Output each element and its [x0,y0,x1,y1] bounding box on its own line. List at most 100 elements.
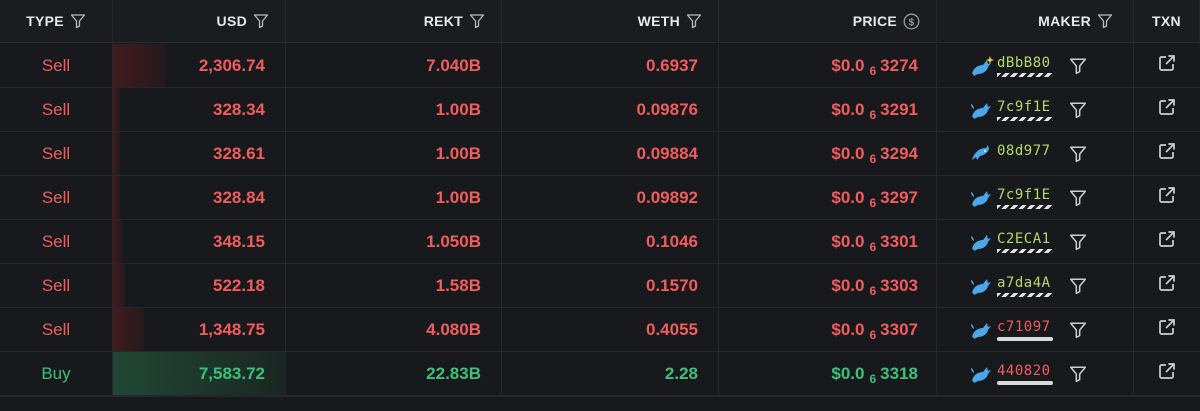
trade-type: Buy [0,352,113,396]
header-txn-label: TXN [1152,13,1181,29]
external-link-icon[interactable] [1158,362,1176,385]
trade-price: $0.0 6 3297 [719,176,937,220]
trade-txn [1134,220,1200,264]
filter-maker-icon[interactable] [1069,233,1087,251]
price-digits: 3291 [880,99,918,119]
trade-weth: 0.4055 [502,308,719,352]
external-link-icon[interactable] [1158,186,1176,209]
usd-volume-bar [113,308,144,351]
maker-badge [997,248,1053,253]
header-type-label: TYPE [26,13,64,29]
trade-maker: 7c9f1E [937,88,1134,132]
filter-icon[interactable] [1097,13,1113,29]
trade-type-label: Sell [41,99,71,119]
header-maker-label: MAKER [1038,13,1091,29]
maker-address-link[interactable]: a7da4A [997,275,1053,291]
trade-maker: 7c9f1E [937,176,1134,220]
maker-address-link[interactable]: dBbB80 [997,55,1053,71]
filter-icon[interactable] [469,13,485,29]
table-row[interactable]: Sell 2,306.74 7.040B 0.6937 $0.0 6 3274 dB… [0,44,1200,88]
table-row[interactable]: Sell 328.34 1.00B 0.09876 $0.0 6 3291 7c9f… [0,88,1200,132]
filter-icon[interactable] [686,13,702,29]
filter-maker-icon[interactable] [1069,321,1087,339]
filter-maker-icon[interactable] [1069,277,1087,295]
table-row[interactable]: Sell 348.15 1.050B 0.1046 $0.0 6 3301 C2EC… [0,220,1200,264]
external-link-icon[interactable] [1158,274,1176,297]
price-prefix: $0.0 [831,231,865,251]
maker-address-link[interactable]: 7c9f1E [997,187,1053,203]
trade-weth-value: 0.1046 [646,231,698,251]
table-row[interactable]: Sell 328.84 1.00B 0.09892 $0.0 6 3297 7c9f… [0,176,1200,220]
trade-maker: c71097 [937,308,1134,352]
filter-icon[interactable] [70,13,86,29]
svg-text:$: $ [909,17,915,28]
table-bottom-edge [0,396,1200,411]
trade-txn [1134,176,1200,220]
trade-type-label: Sell [41,143,71,163]
header-rekt-label: REKT [423,13,463,29]
whale-icon [969,363,995,385]
external-link-icon[interactable] [1158,54,1176,77]
trade-rekt-value: 1.050B [426,231,481,251]
trade-rekt-value: 1.00B [435,187,481,207]
trade-weth: 0.09876 [502,88,719,132]
maker-address-link[interactable]: 440820 [997,363,1053,379]
whale-icon [969,55,995,77]
trade-weth: 0.09884 [502,132,719,176]
external-link-icon[interactable] [1158,142,1176,165]
price-zero-count: 6 [869,283,877,298]
usd-volume-bar [113,132,120,175]
external-link-icon[interactable] [1158,98,1176,121]
price-zero-count: 6 [869,151,877,166]
header-txn: TXN [1134,0,1200,43]
trade-usd-value: 328.84 [213,187,265,207]
trade-weth-value: 0.09884 [636,143,698,163]
filter-maker-icon[interactable] [1069,101,1087,119]
price-digits: 3294 [880,143,918,163]
trade-rekt: 1.050B [286,220,502,264]
trade-rekt-value: 1.58B [435,275,481,295]
filter-maker-icon[interactable] [1069,57,1087,75]
trade-usd: 7,583.72 [113,352,286,396]
table-row[interactable]: Sell 1,348.75 4.080B 0.4055 $0.0 6 3307 c7… [0,308,1200,352]
price-prefix: $0.0 [831,143,865,163]
trade-price: $0.0 6 3291 [719,88,937,132]
price-zero-count: 6 [869,371,877,386]
trade-rekt-value: 1.00B [435,143,481,163]
price-zero-count: 6 [869,63,877,78]
trade-txn [1134,308,1200,352]
table-row[interactable]: Sell 328.61 1.00B 0.09884 $0.0 6 3294 08d9… [0,132,1200,176]
trade-usd: 328.61 [113,132,286,176]
external-link-icon[interactable] [1158,230,1176,253]
trade-maker: C2ECA1 [937,220,1134,264]
filter-icon[interactable] [253,13,269,29]
trade-maker: dBbB80 [937,44,1134,88]
price-digits: 3274 [880,55,918,75]
price-prefix: $0.0 [831,99,865,119]
table-row[interactable]: Sell 522.18 1.58B 0.1570 $0.0 6 3303 a7da4… [0,264,1200,308]
filter-maker-icon[interactable] [1069,365,1087,383]
filter-maker-icon[interactable] [1069,145,1087,163]
trade-weth: 0.6937 [502,44,719,88]
whale-icon [969,319,995,341]
trade-type-label: Sell [41,231,71,251]
trade-type: Sell [0,308,113,352]
price-digits: 3318 [880,363,918,383]
maker-address-link[interactable]: C2ECA1 [997,231,1053,247]
maker-address-link[interactable]: 08d977 [997,143,1053,159]
external-link-icon[interactable] [1158,318,1176,341]
dollar-circle-icon[interactable]: $ [903,13,920,30]
trade-price: $0.0 6 3307 [719,308,937,352]
trade-rekt-value: 4.080B [426,319,481,339]
price-digits: 3307 [880,319,918,339]
maker-badge [997,116,1053,121]
usd-volume-bar [113,264,126,307]
maker-address-link[interactable]: c71097 [997,319,1053,335]
trade-rekt-value: 7.040B [426,55,481,75]
table-row[interactable]: Buy 7,583.72 22.83B 2.28 $0.0 6 3318 44082… [0,352,1200,396]
trade-usd-value: 348.15 [213,231,265,251]
usd-volume-bar [113,88,120,131]
filter-maker-icon[interactable] [1069,189,1087,207]
maker-address-link[interactable]: 7c9f1E [997,99,1053,115]
price-zero-count: 6 [869,195,877,210]
